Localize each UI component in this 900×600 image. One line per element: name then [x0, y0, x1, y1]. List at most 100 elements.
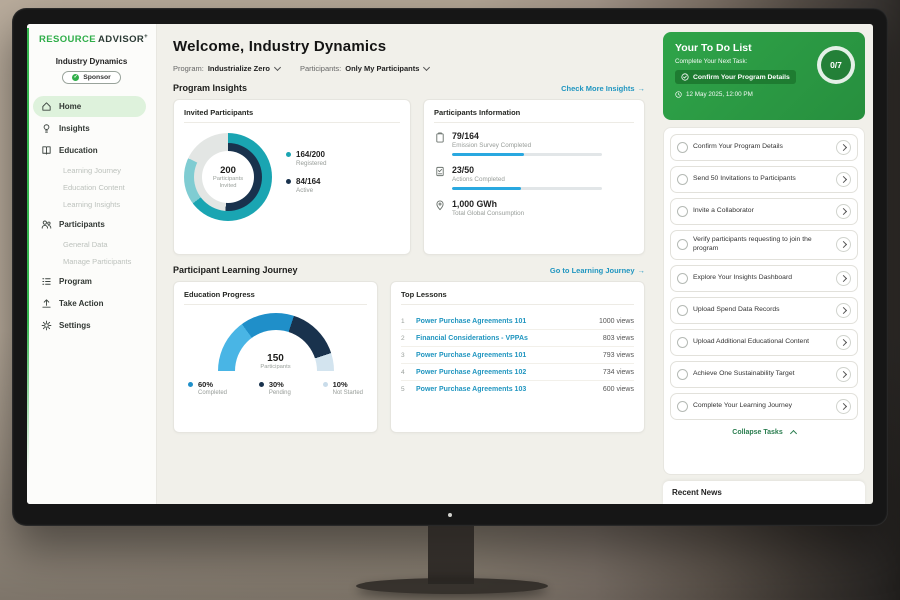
- dashboard-screen: RESOURCEADVISOR+ Industry Dynamics ✓ Spo…: [27, 24, 873, 504]
- gear-icon: [41, 320, 52, 331]
- sidebar-item-learning-insights[interactable]: Learning Insights: [27, 196, 156, 213]
- go-to-learning-journey-link[interactable]: Go to Learning Journey→: [550, 266, 645, 275]
- invited-legend: 164/200Registered 84/164Active: [286, 150, 326, 204]
- task-item[interactable]: Send 50 Invitations to Participants: [670, 166, 858, 193]
- task-item[interactable]: Invite a Collaborator: [670, 198, 858, 225]
- sidebar-item-education-content[interactable]: Education Content: [27, 179, 156, 196]
- task-item[interactable]: Achieve One Sustainability Target: [670, 361, 858, 388]
- card-title: Top Lessons: [401, 290, 634, 305]
- logo-resource: RESOURCE: [39, 34, 96, 45]
- task-checkbox[interactable]: [677, 305, 688, 316]
- sidebar-item-settings[interactable]: Settings: [33, 315, 146, 336]
- sidebar-item-take-action[interactable]: Take Action: [33, 293, 146, 314]
- task-checkbox[interactable]: [677, 174, 688, 185]
- task-chevron-button[interactable]: [836, 399, 851, 414]
- task-item[interactable]: Complete Your Learning Journey: [670, 393, 858, 420]
- clock-icon: [675, 91, 682, 98]
- sidebar-item-participants[interactable]: Participants: [33, 214, 146, 235]
- sidebar-item-general-data[interactable]: General Data: [27, 236, 156, 253]
- task-item[interactable]: Upload Additional Educational Content: [670, 329, 858, 356]
- task-list: Confirm Your Program Details Send 50 Inv…: [663, 127, 865, 475]
- education-gauge-wrap: 150 Participants: [218, 313, 334, 371]
- lesson-link[interactable]: Power Purchase Agreements 103: [416, 386, 597, 393]
- org-name: Industry Dynamics: [27, 57, 156, 66]
- task-chevron-button[interactable]: [836, 271, 851, 286]
- sponsor-label: Sponsor: [83, 74, 111, 81]
- chevron-down-icon: [274, 64, 281, 71]
- nav-label: Take Action: [59, 299, 103, 308]
- task-checkbox[interactable]: [677, 401, 688, 412]
- program-dropdown[interactable]: Program: Industrialize Zero: [173, 64, 280, 73]
- sidebar-item-program[interactable]: Program: [33, 271, 146, 292]
- lesson-link[interactable]: Financial Considerations - VPPAs: [416, 335, 597, 342]
- sidebar-item-education[interactable]: Education: [33, 140, 146, 161]
- monitor-stand-neck: [428, 520, 474, 584]
- todo-summary-card: Your To Do List Complete Your Next Task:…: [663, 32, 865, 120]
- legend-dot-pending: [259, 382, 264, 387]
- task-chevron-button[interactable]: [836, 335, 851, 350]
- sidebar-item-manage-participants[interactable]: Manage Participants: [27, 253, 156, 270]
- task-chevron-button[interactable]: [836, 204, 851, 219]
- gauge-legend: 60%Completed 30%Pending 10%Not Started: [184, 380, 367, 396]
- card-title: Education Progress: [184, 290, 367, 305]
- education-progress-card: Education Progress 150 Participants 60%C…: [173, 281, 378, 433]
- task-checkbox[interactable]: [677, 206, 688, 217]
- checklist-icon: [434, 165, 445, 190]
- lesson-link[interactable]: Power Purchase Agreements 101: [416, 352, 597, 359]
- stat-actions-completed: 23/50 Actions Completed: [434, 165, 634, 190]
- chevron-up-icon: [790, 430, 797, 437]
- task-item[interactable]: Verify participants requesting to join t…: [670, 230, 858, 260]
- sidebar-item-insights[interactable]: Insights: [33, 118, 146, 139]
- power-led: [448, 513, 452, 517]
- book-icon: [41, 145, 52, 156]
- task-checkbox[interactable]: [677, 239, 688, 250]
- nav-label: Insights: [59, 124, 90, 133]
- task-chevron-button[interactable]: [836, 303, 851, 318]
- section-title-program-insights: Program Insights: [173, 83, 247, 93]
- task-item[interactable]: Confirm Your Program Details: [670, 134, 858, 161]
- check-circle-icon: [681, 73, 689, 81]
- sidebar-item-home[interactable]: Home: [33, 96, 146, 117]
- task-checkbox[interactable]: [677, 142, 688, 153]
- donut-center: 200 Participants Invited: [202, 151, 254, 203]
- stat-emission-survey: 79/164 Emission Survey Completed: [434, 131, 634, 156]
- list-icon: [41, 276, 52, 287]
- progress-bar: [452, 153, 602, 156]
- task-checkbox[interactable]: [677, 337, 688, 348]
- legend-dot-not-started: [323, 382, 328, 387]
- next-task-pill[interactable]: Confirm Your Program Details: [675, 70, 796, 84]
- legend-dot-completed: [188, 382, 193, 387]
- lesson-link[interactable]: Power Purchase Agreements 102: [416, 369, 597, 376]
- sidebar-nav: Home Insights Education Learning Journey…: [27, 96, 156, 336]
- participants-dropdown[interactable]: Participants: Only My Participants: [300, 64, 429, 73]
- task-checkbox[interactable]: [677, 369, 688, 380]
- invited-participants-card: Invited Participants 200 Participants In…: [173, 99, 411, 255]
- lesson-row: 4 Power Purchase Agreements 102 734 view…: [401, 364, 634, 381]
- task-checkbox[interactable]: [677, 273, 688, 284]
- task-chevron-button[interactable]: [836, 237, 851, 252]
- people-icon: [41, 219, 52, 230]
- check-more-insights-link[interactable]: Check More Insights→: [561, 84, 645, 93]
- card-title: Invited Participants: [184, 108, 400, 123]
- sidebar: RESOURCEADVISOR+ Industry Dynamics ✓ Spo…: [27, 24, 157, 504]
- pin-icon: [434, 199, 445, 217]
- recent-news-header: Recent News: [663, 481, 865, 504]
- task-item[interactable]: Upload Spend Data Records: [670, 297, 858, 324]
- monitor-stand-base: [356, 578, 548, 594]
- program-dropdown-value: Industrialize Zero: [208, 64, 270, 73]
- collapse-tasks-link[interactable]: Collapse Tasks: [670, 425, 858, 438]
- task-chevron-button[interactable]: [836, 172, 851, 187]
- lesson-link[interactable]: Power Purchase Agreements 101: [416, 318, 593, 325]
- lesson-row: 3 Power Purchase Agreements 101 793 view…: [401, 347, 634, 364]
- task-item[interactable]: Explore Your Insights Dashboard: [670, 265, 858, 292]
- invited-donut-inner: 200 Participants Invited: [194, 143, 262, 211]
- sponsor-badge[interactable]: ✓ Sponsor: [62, 71, 121, 84]
- lesson-row: 5 Power Purchase Agreements 103 600 view…: [401, 381, 634, 397]
- sidebar-item-learning-journey[interactable]: Learning Journey: [27, 162, 156, 179]
- task-chevron-button[interactable]: [836, 140, 851, 155]
- action-arrow-icon: [41, 298, 52, 309]
- nav-label: Settings: [59, 321, 91, 330]
- home-icon: [41, 101, 52, 112]
- program-dropdown-label: Program:: [173, 64, 204, 73]
- task-chevron-button[interactable]: [836, 367, 851, 382]
